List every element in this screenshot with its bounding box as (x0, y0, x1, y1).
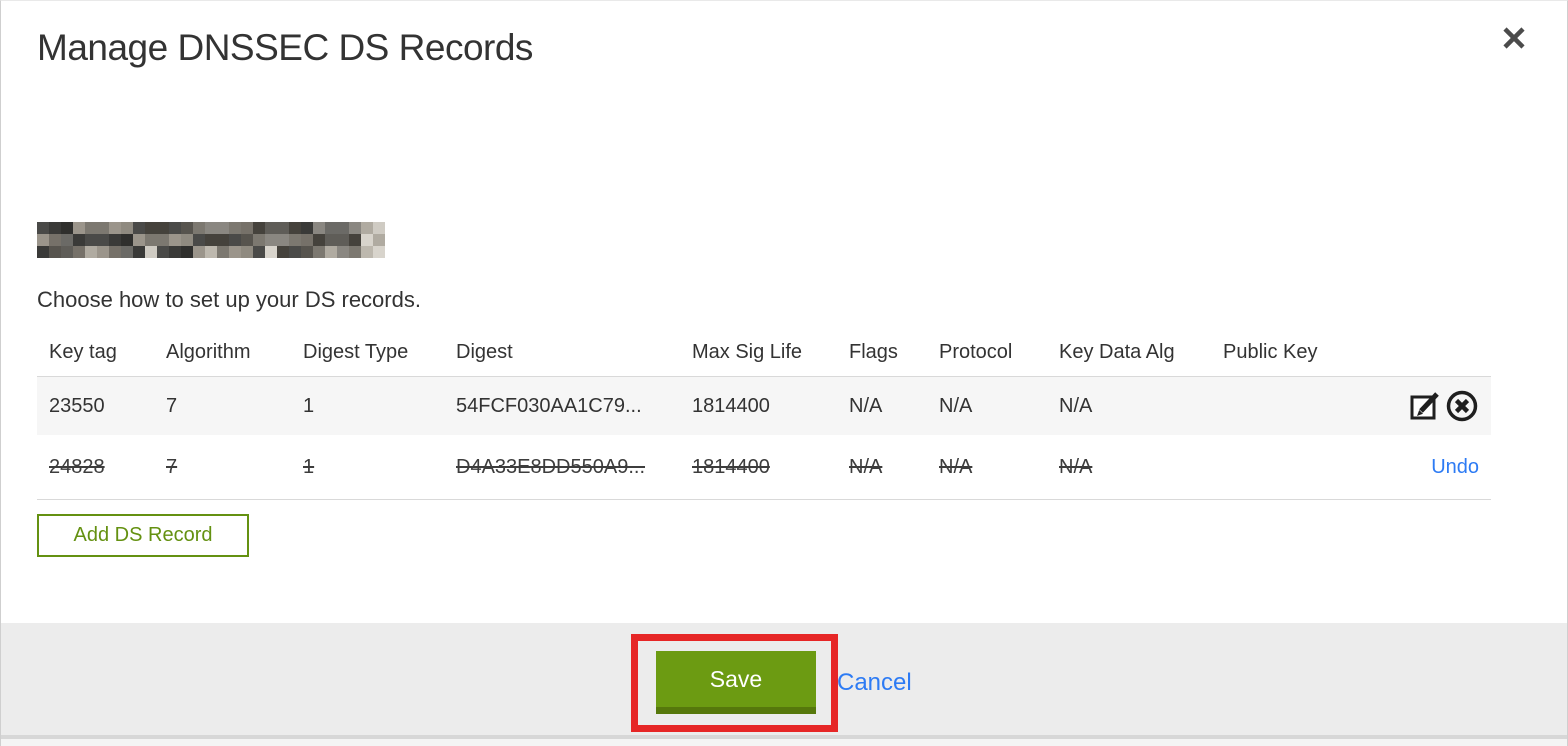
cell-flags: N/A (849, 394, 883, 417)
dialog-title: Manage DNSSEC DS Records (37, 27, 533, 68)
table-row-deleted: 24828 7 1 D4A33E8DD550A9... 1814400 N/A … (37, 435, 1491, 499)
cancel-link[interactable]: Cancel (837, 669, 912, 697)
cell-flags: N/A (849, 455, 883, 478)
col-header-protocol: Protocol (939, 340, 1013, 363)
cell-key-data-alg: N/A (1059, 394, 1093, 417)
cell-protocol: N/A (939, 455, 973, 478)
add-ds-record-button[interactable]: Add DS Record (37, 514, 249, 557)
col-header-max-sig-life: Max Sig Life (692, 340, 803, 363)
cell-protocol: N/A (939, 394, 973, 417)
cell-digest: 54FCF030AA1C79... (456, 394, 642, 417)
cell-digest: D4A33E8DD550A9... (456, 455, 646, 478)
col-header-digest: Digest (456, 340, 513, 363)
table-row: 23550 7 1 54FCF030AA1C79... 1814400 N/A … (37, 377, 1491, 435)
ds-records-table: Key tag Algorithm Digest Type Digest Max… (37, 328, 1491, 500)
cell-key-tag: 23550 (49, 394, 105, 417)
col-header-key-data-alg: Key Data Alg (1059, 340, 1175, 363)
undo-link[interactable]: Undo (1431, 456, 1479, 479)
cell-key-data-alg: N/A (1059, 455, 1093, 478)
table-header-row: Key tag Algorithm Digest Type Digest Max… (37, 328, 1491, 376)
close-icon[interactable] (1499, 23, 1529, 53)
col-header-algorithm: Algorithm (166, 340, 251, 363)
delete-record-icon[interactable] (1445, 389, 1479, 423)
col-header-flags: Flags (849, 340, 898, 363)
cell-max-sig-life: 1814400 (692, 394, 770, 417)
instruction-text: Choose how to set up your DS records. (37, 287, 421, 312)
col-header-digest-type: Digest Type (303, 340, 409, 363)
col-header-public-key: Public Key (1223, 340, 1318, 363)
save-button[interactable]: Save (656, 651, 816, 714)
cell-algorithm: 7 (166, 455, 178, 478)
edit-record-icon[interactable] (1409, 390, 1443, 422)
cell-max-sig-life: 1814400 (692, 455, 770, 478)
annotation-highlight-box: Save (631, 634, 838, 732)
cell-key-tag: 24828 (49, 455, 105, 478)
dialog-bottom-shadow (1, 739, 1567, 746)
redacted-domain-name (37, 222, 385, 258)
manage-dnssec-ds-records-dialog: Manage DNSSEC DS Records Choose how to s… (0, 0, 1568, 746)
col-header-key-tag: Key tag (49, 340, 117, 363)
cell-digest-type: 1 (303, 455, 315, 478)
cell-digest-type: 1 (303, 394, 315, 417)
dialog-footer: Save Cancel (1, 623, 1567, 735)
cell-algorithm: 7 (166, 394, 178, 417)
